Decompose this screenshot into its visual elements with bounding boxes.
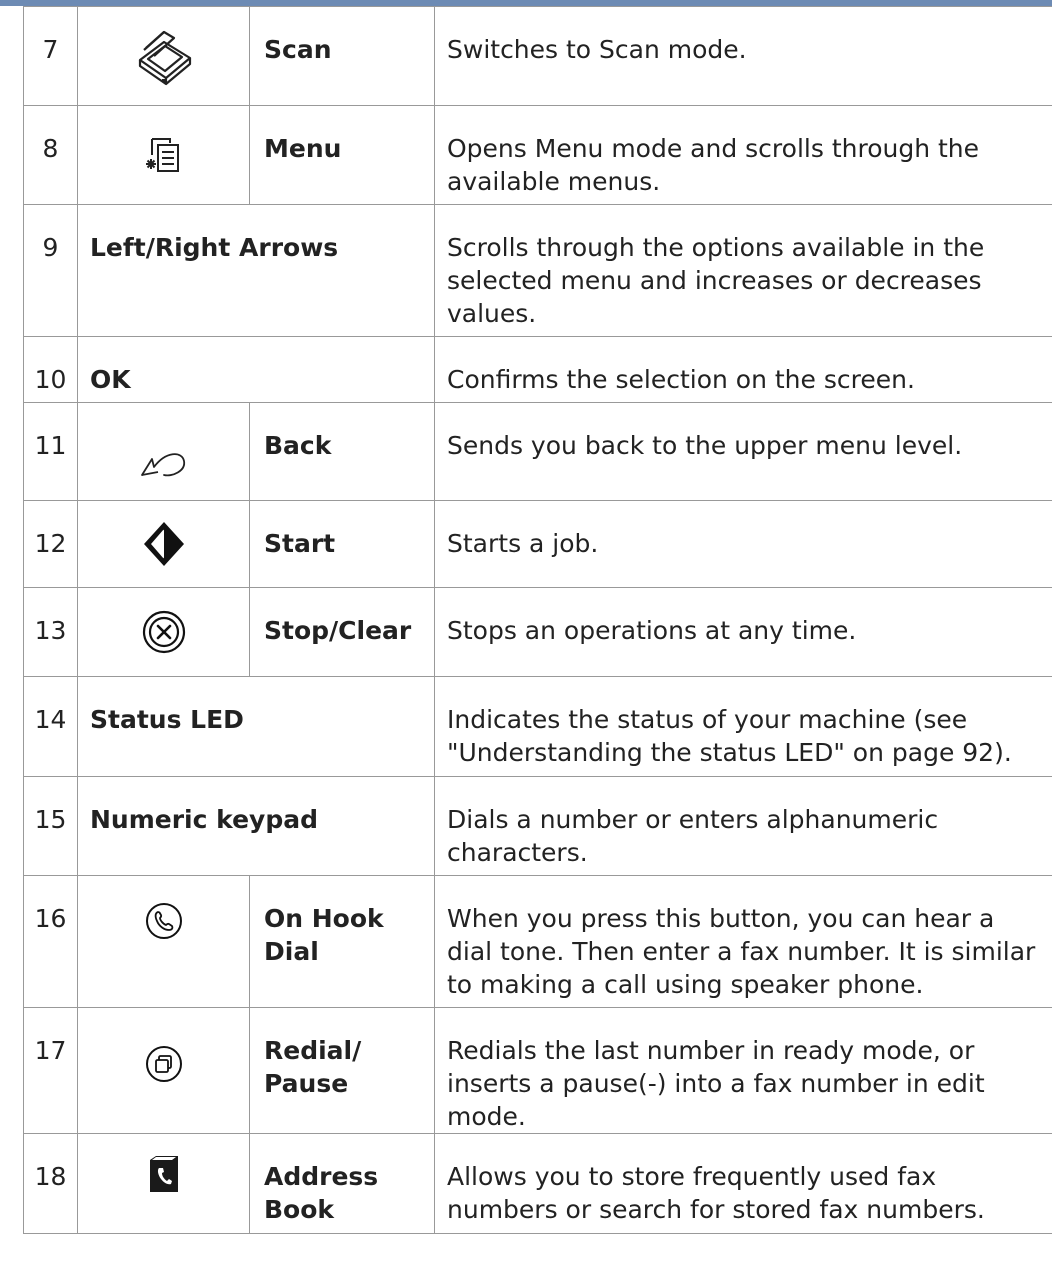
button-name: Scan xyxy=(249,6,435,106)
row-number: 14 xyxy=(23,676,78,777)
button-description: Confirms the selection on the screen. xyxy=(434,336,1052,403)
scanner-icon xyxy=(138,30,191,86)
button-name: Stop/Clear xyxy=(249,587,435,677)
button-name: OK xyxy=(77,336,435,403)
back-arrow-icon xyxy=(140,453,185,477)
button-description: Indicates the status of your machine (se… xyxy=(434,676,1052,777)
row-number: 17 xyxy=(23,1007,78,1134)
button-name: Status LED xyxy=(77,676,435,777)
button-name: Redial/ Pause xyxy=(249,1007,435,1134)
button-description: When you press this button, you can hear… xyxy=(434,875,1052,1008)
button-name: Start xyxy=(249,500,435,588)
button-name: Address Book xyxy=(249,1133,435,1234)
button-description: Scrolls through the options available in… xyxy=(434,204,1052,337)
table-row: 8 Menu Opens Menu mode and scrolls throu… xyxy=(23,105,1052,205)
row-number: 15 xyxy=(23,776,78,876)
button-description: Sends you back to the upper menu level. xyxy=(434,402,1052,501)
table-row: 15 Numeric keypad Dials a number or ente… xyxy=(23,776,1052,876)
button-name: On Hook Dial xyxy=(249,875,435,1008)
table-row: 9 Left/Right Arrows Scrolls through the … xyxy=(23,204,1052,337)
button-description: Allows you to store frequently used fax … xyxy=(434,1133,1052,1234)
menu-icon xyxy=(145,138,179,172)
table-row: 14 Status LED Indicates the status of yo… xyxy=(23,676,1052,777)
stop-clear-icon xyxy=(142,610,185,654)
row-number: 9 xyxy=(23,204,78,337)
table-row: 17 Redial/ Pause Redials the last number… xyxy=(23,1007,1052,1134)
button-description: Dials a number or enters alphanumeric ch… xyxy=(434,776,1052,876)
table-row: 12 Start Starts a job. xyxy=(23,500,1052,588)
table-row: 18 Address Book Allows you to store freq… xyxy=(23,1133,1052,1234)
button-name: Menu xyxy=(249,105,435,205)
row-number: 10 xyxy=(23,336,78,403)
row-number: 13 xyxy=(23,587,78,677)
button-description: Opens Menu mode and scrolls through the … xyxy=(434,105,1052,205)
table-row: 10 OK Confirms the selection on the scre… xyxy=(23,336,1052,403)
table-row: 7 Scan Switches to Scan mode. xyxy=(23,6,1052,106)
table-row: 16 On Hook Dial When you press this butt… xyxy=(23,875,1052,1008)
row-number: 11 xyxy=(23,402,78,501)
row-number: 18 xyxy=(23,1133,78,1234)
row-number: 16 xyxy=(23,875,78,1008)
row-number: 7 xyxy=(23,6,78,106)
row-number: 8 xyxy=(23,105,78,205)
button-description: Switches to Scan mode. xyxy=(434,6,1052,106)
table-row: 11 Back Sends you back to the upper menu… xyxy=(23,402,1052,501)
start-icon xyxy=(143,522,184,566)
button-description: Starts a job. xyxy=(434,500,1052,588)
on-hook-dial-icon xyxy=(145,902,182,939)
button-description: Stops an operations at any time. xyxy=(434,587,1052,677)
table-row: 13 Stop/Clear Stops an operations at any… xyxy=(23,587,1052,677)
address-book-icon xyxy=(149,1155,178,1192)
redial-pause-icon xyxy=(145,1046,182,1083)
control-panel-table: 7 Scan Switches to Scan mode. 8 Menu Ope… xyxy=(23,6,1052,1234)
button-name: Back xyxy=(249,402,435,501)
button-name: Left/Right Arrows xyxy=(77,204,435,337)
button-name: Numeric keypad xyxy=(77,776,435,876)
row-number: 12 xyxy=(23,500,78,588)
button-description: Redials the last number in ready mode, o… xyxy=(434,1007,1052,1134)
